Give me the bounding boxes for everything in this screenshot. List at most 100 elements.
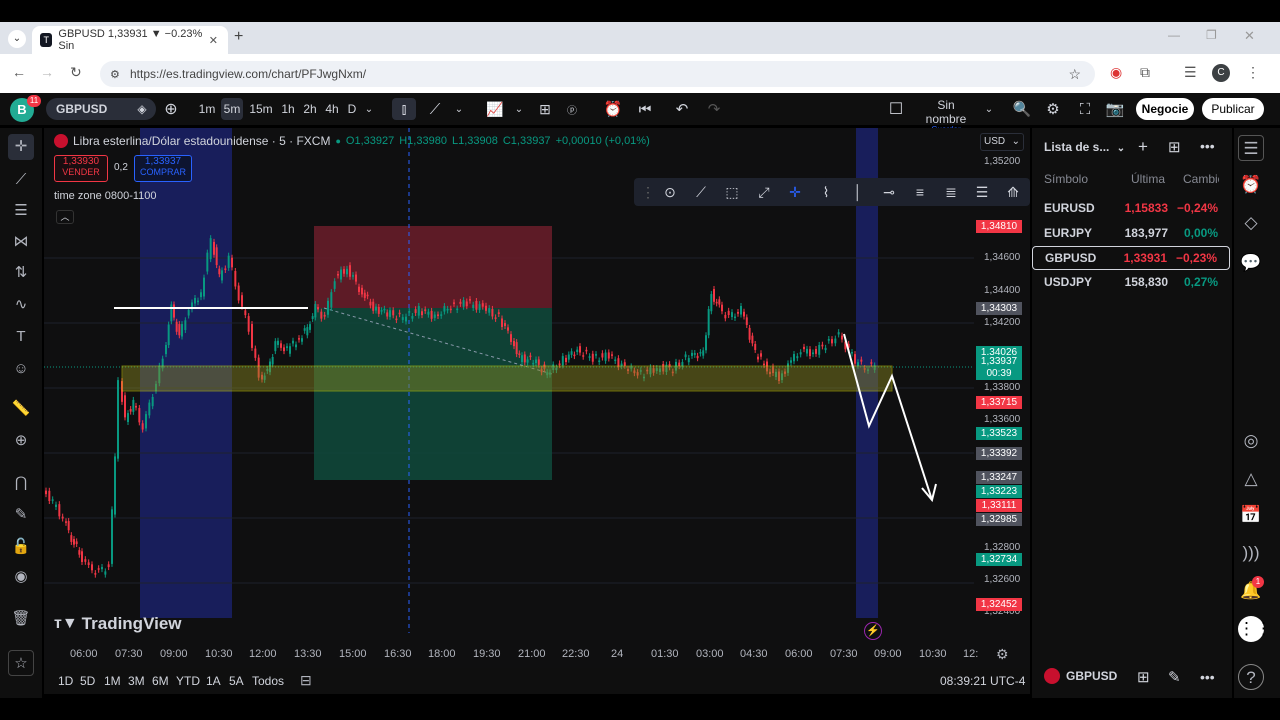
emoji-icon[interactable]: ☺ xyxy=(8,356,34,382)
ray-tool-icon[interactable]: ⤢ xyxy=(752,181,776,203)
calendar-icon[interactable]: 📅 xyxy=(1238,502,1264,528)
circle-tool-icon[interactable]: ⊙ xyxy=(658,181,682,203)
trend-line-icon[interactable]: ⟋ xyxy=(8,167,34,193)
line-tool-icon[interactable]: ⟋ xyxy=(689,181,713,203)
tab-search-icon[interactable]: ⌄ xyxy=(8,30,26,48)
ruler-icon[interactable]: 📏 xyxy=(8,396,34,422)
undo-icon[interactable]: ↶ xyxy=(672,98,692,120)
interval-1h[interactable]: 1h xyxy=(278,98,298,120)
vertical-line-tool-icon[interactable]: │ xyxy=(846,181,870,203)
extension-icon[interactable]: ◉ xyxy=(1110,64,1122,81)
range-button[interactable]: 5A xyxy=(229,674,244,688)
snapshot-camera-icon[interactable]: 📷 xyxy=(1104,98,1126,120)
browser-tab[interactable]: T GBPUSD 1,33931 ▼ −0.23% Sin ✕ xyxy=(32,26,228,54)
interval-d[interactable]: D xyxy=(344,98,360,120)
range-button[interactable]: 1D xyxy=(58,674,73,688)
trend-angle-tool-icon[interactable]: ⟰ xyxy=(1001,181,1025,203)
range-button[interactable]: 1A xyxy=(206,674,221,688)
brush-icon[interactable]: ∿ xyxy=(8,292,34,318)
chart-area[interactable]: Libra esterlina/Dólar estadounidense · 5… xyxy=(44,128,1030,668)
currency-selector[interactable]: USD ⌄ xyxy=(980,133,1024,151)
watchlist-title[interactable]: Lista de s... ⌄ xyxy=(1044,140,1125,154)
layout-name[interactable]: Sin nombre Guardar xyxy=(916,98,976,134)
replay-icon[interactable]: ⏮ xyxy=(634,98,656,120)
watchlist-row[interactable]: EURUSD 1,15833 −0,24% xyxy=(1032,196,1230,220)
alerts-clock-icon[interactable]: ⏰ xyxy=(1238,172,1264,198)
interval-2h[interactable]: 2h xyxy=(300,98,320,120)
compare-add-icon[interactable]: ⊕ xyxy=(160,98,182,120)
lock-drawing-pencil-icon[interactable]: ✎ xyxy=(8,502,34,528)
apps-grid-icon[interactable]: ⋮⋮ xyxy=(1238,616,1272,642)
layout-dropdown-icon[interactable]: ⌄ xyxy=(982,98,996,120)
browser-menu-icon[interactable]: ⋮ xyxy=(1246,64,1260,81)
indicators-icon[interactable]: 📈 xyxy=(484,98,506,120)
candles-chart-type-icon[interactable]: ⫾ xyxy=(392,98,416,120)
clock[interactable]: 08:39:21 UTC-4 xyxy=(940,674,1025,688)
add-symbol-icon[interactable]: + xyxy=(1138,137,1148,157)
visibility-eye-icon[interactable]: ◉ xyxy=(8,564,34,590)
collapse-legend-icon[interactable]: ︿ xyxy=(56,210,74,224)
minimize-icon[interactable]: — xyxy=(1168,28,1180,42)
bookmark-star-icon[interactable]: ☆ xyxy=(1068,66,1081,83)
regression-tool-icon[interactable]: ≣ xyxy=(939,181,963,203)
indicators-dropdown-icon[interactable]: ⌄ xyxy=(512,98,526,120)
target-icon[interactable]: ◎ xyxy=(1238,428,1264,454)
site-info-icon[interactable]: ⚙ xyxy=(110,68,120,81)
help-icon[interactable]: ? xyxy=(1238,664,1264,690)
watchlist-footer[interactable]: GBPUSD xyxy=(1044,668,1117,684)
alert-icon[interactable]: ⏰ xyxy=(602,98,624,120)
lock-icon[interactable]: 🔓 xyxy=(8,534,34,560)
time-axis-settings-icon[interactable]: ⚙ xyxy=(996,646,1009,663)
pattern-icon[interactable]: ⋈ xyxy=(8,229,34,255)
footer-edit-icon[interactable]: ✎ xyxy=(1168,668,1181,686)
magnet-icon[interactable]: ⋂ xyxy=(8,470,34,496)
watchlist-row[interactable]: GBPUSD 1,33931 −0,23% xyxy=(1032,246,1230,270)
interval-5m[interactable]: 5m xyxy=(221,98,243,120)
rectangle-tool-icon[interactable]: ⬚ xyxy=(720,181,744,203)
trade-button[interactable]: Negocie xyxy=(1136,98,1194,120)
reading-list-icon[interactable]: ☰ xyxy=(1184,64,1197,81)
close-tab-icon[interactable]: ✕ xyxy=(209,34,218,47)
footer-more-icon[interactable]: ••• xyxy=(1200,669,1215,685)
range-button[interactable]: 5D xyxy=(80,674,95,688)
fib-retracement-icon[interactable]: ☰ xyxy=(8,198,34,224)
layout-checkbox-icon[interactable]: ☐ xyxy=(886,98,906,120)
chart-type-dropdown-icon[interactable]: ⌄ xyxy=(452,98,466,120)
ideas-triangle-icon[interactable]: △ xyxy=(1238,466,1264,492)
watchlist-more-icon[interactable]: ••• xyxy=(1200,138,1215,154)
range-button[interactable]: 1M xyxy=(104,674,121,688)
watchlist-row[interactable]: EURJPY 183,977 0,00% xyxy=(1032,221,1230,245)
interval-15m[interactable]: 15m xyxy=(248,98,274,120)
column-change[interactable]: Cambio xyxy=(1183,172,1219,186)
drag-handle-icon[interactable]: ⋮ xyxy=(636,181,660,203)
interval-1m[interactable]: 1m xyxy=(196,98,218,120)
column-last[interactable]: Última xyxy=(1131,172,1165,186)
indicator-label[interactable]: time zone 0800-1100 xyxy=(54,190,157,202)
column-symbol[interactable]: Símbolo xyxy=(1044,172,1088,186)
publish-button[interactable]: Publicar xyxy=(1202,98,1264,120)
parallel-channel-tool-icon[interactable]: ≡ xyxy=(908,181,932,203)
trash-icon[interactable]: 🗑 xyxy=(8,606,34,632)
favorites-star-icon[interactable]: ☆ xyxy=(8,650,34,676)
puzzle-extensions-icon[interactable]: ⧉ xyxy=(1140,64,1150,81)
fib-channel-tool-icon[interactable]: ☰ xyxy=(970,181,994,203)
symbol-options-icon[interactable]: ◈ xyxy=(132,98,152,120)
close-window-icon[interactable]: ✕ xyxy=(1244,28,1255,44)
goto-date-icon[interactable]: ⊟ xyxy=(300,672,312,689)
crosshair-icon[interactable]: ✛ xyxy=(8,134,34,160)
footer-layout-icon[interactable]: ⊞ xyxy=(1137,668,1150,686)
interval-4h[interactable]: 4h xyxy=(322,98,342,120)
tradingview-watermark[interactable]: ᴛ▼ TradingView xyxy=(54,614,182,634)
range-button[interactable]: YTD xyxy=(176,674,200,688)
back-icon[interactable]: ← xyxy=(12,64,26,80)
templates-icon[interactable]: ⊞ xyxy=(534,98,556,120)
line-chart-type-icon[interactable]: ⟋ xyxy=(424,98,446,120)
fullscreen-icon[interactable]: ⛶ xyxy=(1074,98,1096,120)
buy-button[interactable]: 1,33937 COMPRAR xyxy=(134,155,192,182)
horizontal-ray-tool-icon[interactable]: ⊸ xyxy=(877,181,901,203)
forward-icon[interactable]: → xyxy=(40,64,54,80)
text-tool-icon[interactable]: T xyxy=(8,324,34,350)
settings-gear-icon[interactable]: ⚙ xyxy=(1042,98,1064,120)
address-bar[interactable]: ⚙ https://es.tradingview.com/chart/PFJwg… xyxy=(100,61,1095,87)
reload-icon[interactable]: ↻ xyxy=(70,64,82,81)
